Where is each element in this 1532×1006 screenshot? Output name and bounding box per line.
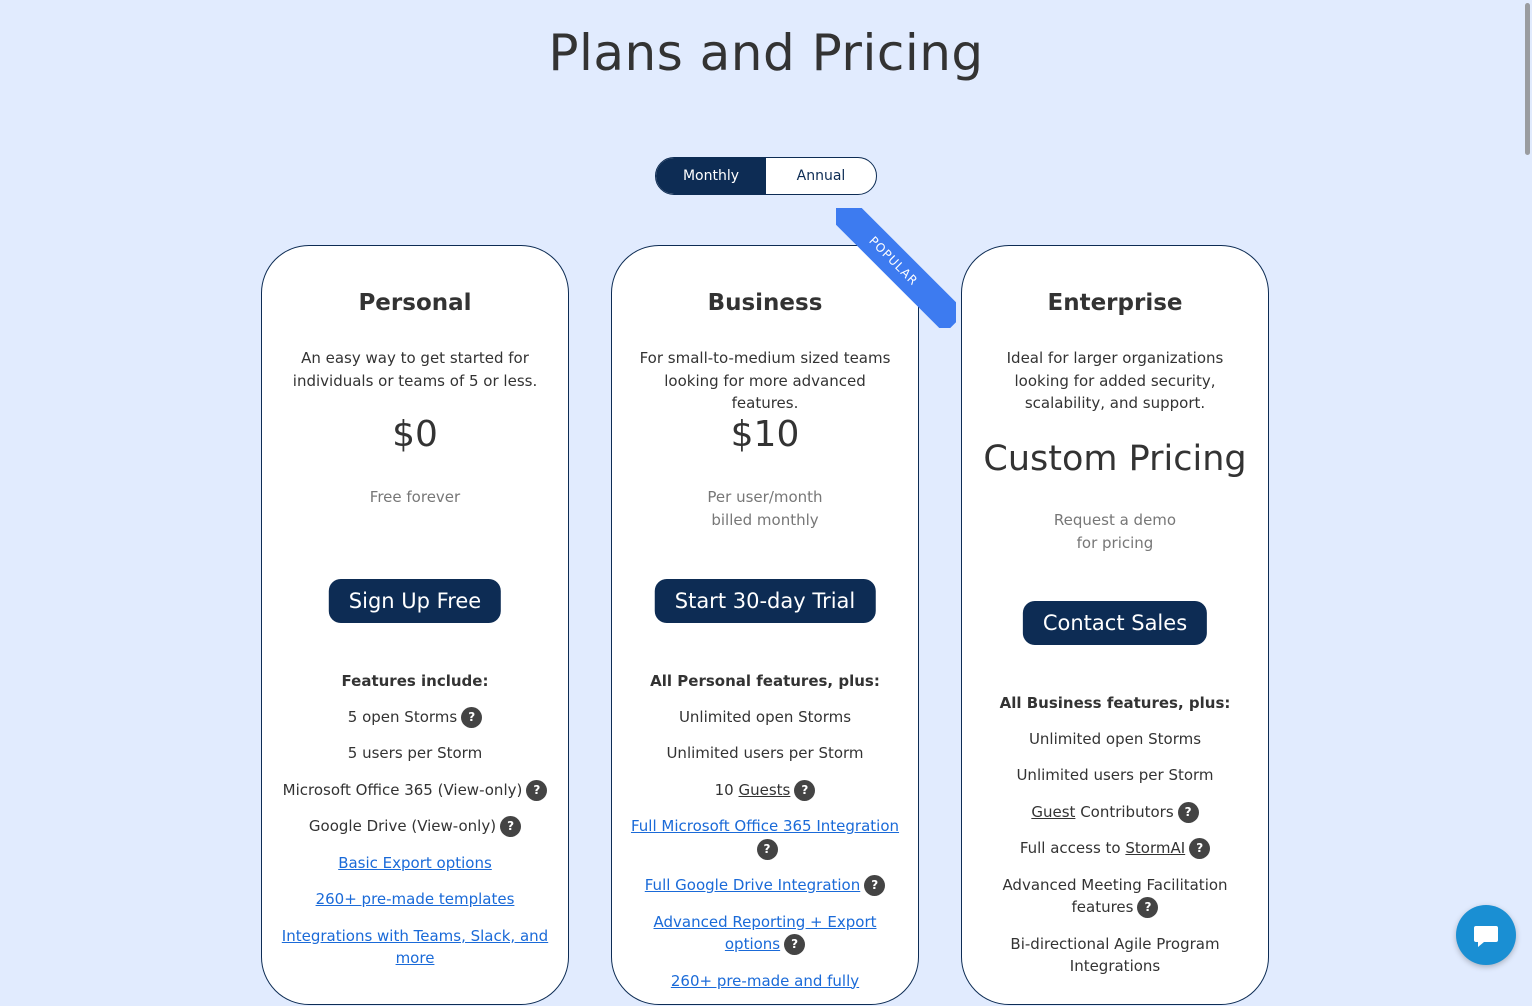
toggle-monthly[interactable]: Monthly: [656, 158, 766, 194]
price-note: Free forever: [262, 486, 568, 509]
feature-item: 10 Guests?: [628, 779, 902, 802]
price-note-line: for pricing: [1076, 534, 1154, 552]
help-icon[interactable]: ?: [794, 779, 816, 801]
feature-item: Guest Contributors?: [978, 801, 1252, 824]
guests-term[interactable]: Guests: [739, 781, 791, 799]
feature-item: Basic Export options: [278, 852, 552, 875]
feature-item: Unlimited open Storms: [628, 706, 902, 729]
feature-text: Unlimited open Storms: [1028, 729, 1202, 748]
feature-text: Unlimited users per Storm: [1016, 766, 1214, 784]
integrations-link[interactable]: Integrations with Teams, Slack, and more: [282, 927, 548, 968]
plan-name: Personal: [358, 290, 472, 316]
feature-item: Advanced Meeting Facilitation features?: [978, 874, 1252, 919]
page-title: Plans and Pricing: [548, 24, 984, 82]
contact-sales-button[interactable]: Contact Sales: [1022, 601, 1208, 645]
feature-item: Microsoft Office 365 (View-only)?: [278, 779, 552, 802]
features-heading: All Personal features, plus:: [650, 672, 880, 690]
feature-text: Contributors: [1080, 802, 1174, 821]
plan-description: Ideal for larger organizations looking f…: [1006, 349, 1224, 412]
toggle-annual[interactable]: Annual: [766, 158, 876, 194]
feature-text: Microsoft Office 365 (View-only): [282, 780, 523, 799]
feature-item: Integrations with Teams, Slack, and more: [278, 925, 552, 970]
reporting-export-link[interactable]: Advanced Reporting + Export options: [654, 913, 877, 954]
price-note-line: Free forever: [369, 488, 461, 506]
feature-item: Full access to StormAI?: [978, 837, 1252, 860]
price-note-line: Request a demo: [1053, 511, 1177, 529]
feature-text: Google Drive (View-only): [308, 817, 497, 835]
feature-item: 5 users per Storm: [278, 742, 552, 765]
feature-text: Bi-directional Agile Program Integration…: [1010, 934, 1220, 976]
price-note-line: Per user/month: [707, 488, 823, 506]
help-icon[interactable]: ?: [784, 934, 806, 955]
office365-link[interactable]: Full Microsoft Office 365 Integration: [631, 817, 899, 835]
billing-toggle[interactable]: Monthly Annual: [655, 157, 877, 195]
feature-list: All Business features, plus: Unlimited o…: [978, 692, 1252, 992]
feature-list: Features include: 5 open Storms? 5 users…: [278, 670, 552, 984]
chat-launcher-button[interactable]: [1456, 905, 1516, 965]
feature-item: Full Google Drive Integration?: [628, 874, 902, 897]
feature-item: Bi-directional Agile Program Integration…: [978, 933, 1252, 978]
feature-item: Unlimited open Storms: [978, 728, 1252, 751]
plan-description: For small-to-medium sized teams looking …: [639, 349, 891, 412]
templates-link[interactable]: 260+ pre-made templates: [316, 890, 515, 908]
feature-text: Unlimited users per Storm: [666, 744, 864, 762]
start-trial-button[interactable]: Start 30-day Trial: [654, 579, 876, 623]
price-note-line: billed monthly: [711, 511, 819, 529]
feature-text: Advanced Meeting Facilitation features: [1002, 875, 1228, 917]
help-icon[interactable]: ?: [756, 838, 778, 860]
help-icon[interactable]: ?: [461, 706, 483, 728]
help-icon[interactable]: ?: [526, 779, 548, 801]
sign-up-free-button[interactable]: Sign Up Free: [328, 579, 502, 623]
feature-item: 260+ pre-made templates: [278, 888, 552, 911]
feature-item: Google Drive (View-only)?: [278, 815, 552, 838]
feature-text: Full access to: [1019, 839, 1121, 857]
feature-item: 5 open Storms?: [278, 706, 552, 729]
plan-price: $10: [730, 414, 800, 455]
feature-text: 10: [714, 780, 734, 799]
feature-item: Unlimited users per Storm: [978, 764, 1252, 787]
feature-text: Unlimited open Storms: [678, 707, 852, 726]
features-heading: Features include:: [341, 672, 489, 690]
price-note: Per user/month billed monthly: [612, 486, 918, 532]
plan-card-enterprise: Enterprise Ideal for larger organization…: [961, 245, 1269, 1005]
plan-price: $0: [392, 414, 438, 455]
plan-price: Custom Pricing: [983, 439, 1247, 479]
google-drive-link[interactable]: Full Google Drive Integration: [645, 876, 861, 894]
feature-text: 5 users per Storm: [347, 744, 483, 762]
guest-term[interactable]: Guest: [1031, 803, 1075, 821]
features-heading: All Business features, plus:: [999, 694, 1231, 712]
plan-name: Enterprise: [1047, 290, 1183, 316]
stormai-term[interactable]: StormAI: [1125, 839, 1185, 857]
help-icon[interactable]: ?: [864, 875, 886, 896]
help-icon[interactable]: ?: [500, 816, 522, 837]
help-icon[interactable]: ?: [1177, 801, 1199, 823]
help-icon[interactable]: ?: [1137, 897, 1159, 918]
price-note: Request a demo for pricing: [962, 509, 1268, 555]
scrollbar-thumb[interactable]: [1525, 3, 1530, 155]
feature-item: Full Microsoft Office 365 Integration?: [628, 815, 902, 860]
feature-item: Advanced Reporting + Export options?: [628, 911, 902, 956]
plan-card-personal: Personal An easy way to get started for …: [261, 245, 569, 1005]
popular-ribbon: POPULAR: [836, 208, 956, 328]
chat-bubble-icon: [1474, 926, 1498, 947]
plan-description: An easy way to get started for individua…: [292, 349, 538, 390]
help-icon[interactable]: ?: [1189, 838, 1211, 859]
popular-ribbon-label: POPULAR: [836, 208, 956, 328]
basic-export-link[interactable]: Basic Export options: [338, 854, 492, 872]
feature-item: Unlimited users per Storm: [628, 742, 902, 765]
plan-card-business: Business For small-to-medium sized teams…: [611, 245, 919, 1005]
feature-text: 5 open Storms: [347, 707, 458, 726]
feature-list: All Personal features, plus: Unlimited o…: [628, 670, 902, 1006]
